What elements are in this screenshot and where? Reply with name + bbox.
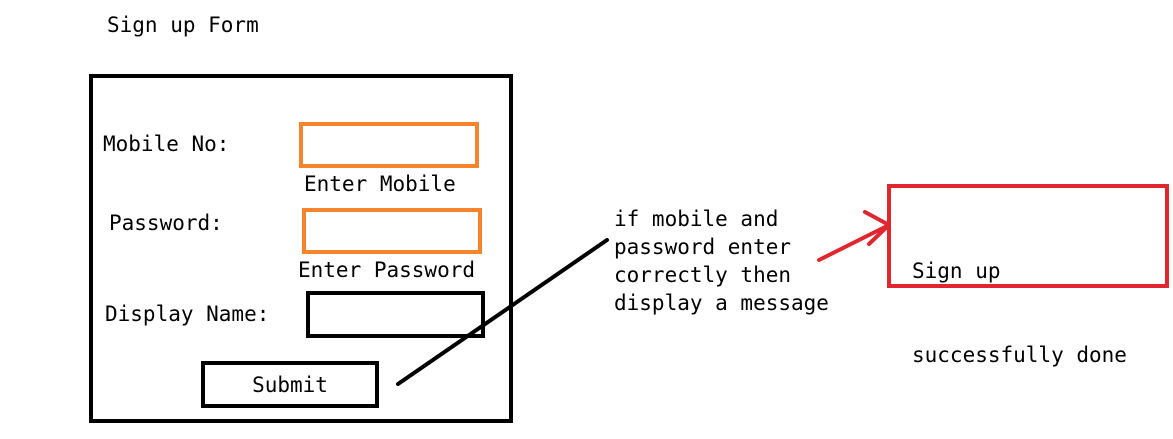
page-title: Sign up Form <box>107 13 259 37</box>
password-input[interactable] <box>302 208 482 254</box>
display-name-label: Display Name: <box>105 302 270 326</box>
display-name-input[interactable] <box>306 291 485 338</box>
success-line: successfully done <box>912 343 1127 367</box>
annotation-note: if mobile and password enter correctly t… <box>614 205 864 317</box>
note-line: display a message <box>614 291 829 315</box>
submit-button[interactable]: Submit <box>201 361 379 408</box>
mobile-hint: Enter Mobile <box>304 172 456 196</box>
note-line: password enter <box>614 235 792 259</box>
note-line: correctly then <box>614 263 792 287</box>
password-label: Password: <box>109 211 223 235</box>
success-line: Sign up <box>912 259 1001 283</box>
password-hint: Enter Password <box>298 258 476 282</box>
mobile-input[interactable] <box>299 122 479 168</box>
success-message: Sign up successfully done <box>912 201 1127 397</box>
mobile-label: Mobile No: <box>103 132 230 156</box>
note-line: if mobile and <box>614 207 779 231</box>
